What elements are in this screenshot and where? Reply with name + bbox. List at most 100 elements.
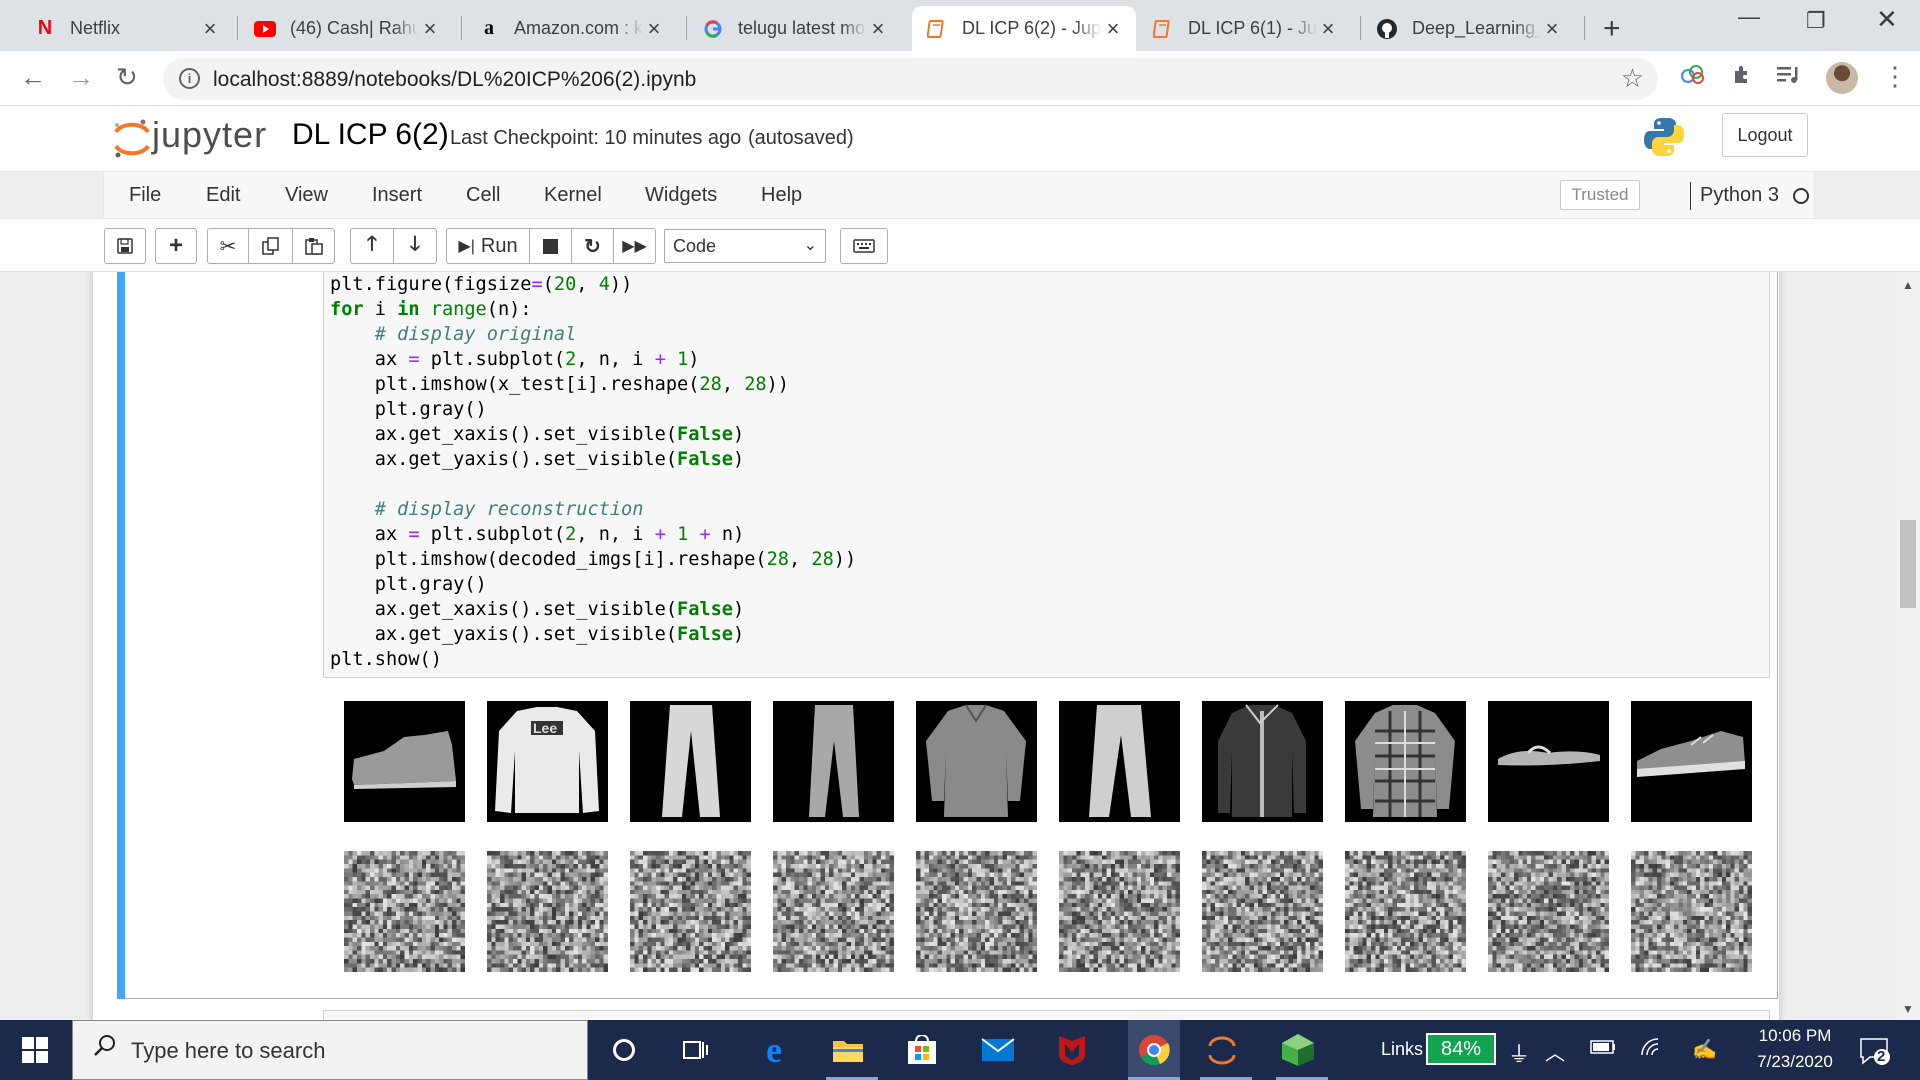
links-toolbar[interactable]: Links <box>1381 1039 1423 1060</box>
code-line[interactable] <box>330 472 856 497</box>
notebook-title[interactable]: DL ICP 6(2) <box>292 118 449 152</box>
scrollbar-thumb[interactable] <box>1900 520 1916 608</box>
cell-type-select[interactable]: Code ⌄ <box>664 229 826 263</box>
close-icon[interactable]: × <box>419 16 441 42</box>
back-icon[interactable]: ← <box>20 62 46 93</box>
code-line[interactable]: ax = plt.subplot(2, n, i + 1 + n) <box>330 522 856 547</box>
task-view-icon[interactable] <box>676 1030 716 1070</box>
menu-help[interactable]: Help <box>761 184 802 207</box>
cortana-icon[interactable] <box>604 1030 644 1070</box>
puzzle-extensions-icon[interactable] <box>1731 63 1755 94</box>
anaconda-app-icon[interactable] <box>1278 1030 1318 1070</box>
paste-icon[interactable] <box>292 228 335 264</box>
interrupt-kernel-icon[interactable] <box>529 228 572 264</box>
battery-percentage[interactable]: 84% <box>1426 1033 1496 1065</box>
menu-view[interactable]: View <box>285 184 328 207</box>
restore-icon[interactable]: ❐ <box>1806 8 1826 34</box>
close-icon[interactable]: × <box>867 16 889 42</box>
window-close-icon[interactable]: ✕ <box>1876 4 1898 35</box>
jupyter-logo-text[interactable]: jupyter <box>152 114 267 156</box>
pen-workspace-icon[interactable]: ✍ <box>1692 1037 1717 1062</box>
bookmark-star-icon[interactable]: ☆ <box>1621 63 1644 94</box>
mcafee-icon[interactable] <box>1052 1030 1092 1070</box>
menu-file[interactable]: File <box>129 184 161 207</box>
tab-google-search[interactable]: telugu latest mo × <box>688 6 901 51</box>
code-line[interactable]: # display original <box>330 322 856 347</box>
edge-icon[interactable]: e <box>754 1030 794 1070</box>
more-menu-icon[interactable]: ⋮ <box>1882 61 1908 92</box>
menu-cell[interactable]: Cell <box>466 184 500 207</box>
tab-youtube[interactable]: (46) Cash| Rahul × <box>240 6 453 51</box>
menu-kernel[interactable]: Kernel <box>544 184 602 207</box>
insert-cell-icon[interactable]: + <box>155 228 197 264</box>
code-line[interactable]: for i in range(n): <box>330 297 856 322</box>
original-image-trouser <box>1059 701 1180 822</box>
run-button[interactable]: ▶| Run <box>446 228 530 264</box>
tab-github[interactable]: Deep_Learning_ × <box>1362 6 1575 51</box>
code-line[interactable]: ax = plt.subplot(2, n, i + 1) <box>330 347 856 372</box>
code-line[interactable]: plt.figure(figsize=(20, 4)) <box>330 272 856 297</box>
tab-dl-icp-6-2[interactable]: DL ICP 6(2) - Jup × <box>912 6 1136 51</box>
menu-edit[interactable]: Edit <box>206 184 240 207</box>
move-down-icon[interactable]: 🡓 <box>393 228 437 264</box>
menu-widgets[interactable]: Widgets <box>645 184 717 207</box>
jupyter-logo-icon[interactable] <box>110 116 154 160</box>
command-palette-icon[interactable] <box>840 228 888 264</box>
code-line[interactable]: ax.get_xaxis().set_visible(False) <box>330 597 856 622</box>
tab-netflix[interactable]: N Netflix × <box>20 6 233 51</box>
new-tab-button[interactable]: + <box>1603 12 1621 46</box>
code-line[interactable]: # display reconstruction <box>330 497 856 522</box>
code-line[interactable]: plt.imshow(x_test[i].reshape(28, 28)) <box>330 372 856 397</box>
profile-avatar[interactable] <box>1826 62 1858 94</box>
jupyter-app-icon[interactable] <box>1202 1030 1242 1070</box>
scroll-up-arrow-icon[interactable]: ▲ <box>1902 278 1914 292</box>
code-line[interactable]: plt.imshow(decoded_imgs[i].reshape(28, 2… <box>330 547 856 572</box>
media-queue-icon[interactable] <box>1777 64 1801 92</box>
code-line[interactable]: plt.gray() <box>330 572 856 597</box>
close-icon[interactable]: × <box>643 16 665 42</box>
code-line[interactable]: plt.show() <box>330 647 856 672</box>
scroll-down-arrow-icon[interactable]: ▼ <box>1902 1002 1914 1016</box>
logout-button[interactable]: Logout <box>1722 113 1808 157</box>
wifi-icon[interactable] <box>1640 1037 1662 1063</box>
code-line[interactable]: ax.get_yaxis().set_visible(False) <box>330 447 856 472</box>
close-icon[interactable]: × <box>1541 16 1563 42</box>
chrome-icon[interactable] <box>1128 1020 1180 1080</box>
code-line[interactable]: ax.get_yaxis().set_visible(False) <box>330 622 856 647</box>
vertical-scrollbar[interactable]: ▲ ▼ <box>1896 272 1920 1020</box>
microsoft-store-icon[interactable] <box>902 1030 942 1070</box>
code-line[interactable]: ax.get_xaxis().set_visible(False) <box>330 422 856 447</box>
battery-icon[interactable] <box>1590 1037 1616 1060</box>
restart-kernel-icon[interactable]: ↻ <box>571 228 614 264</box>
extension-icon[interactable] <box>1680 64 1706 93</box>
next-cell[interactable] <box>323 1010 1770 1020</box>
close-icon[interactable]: × <box>1317 16 1339 42</box>
action-center-icon[interactable]: 2 <box>1858 1035 1890 1067</box>
clock-time[interactable]: 10:06 PM <box>1750 1026 1840 1046</box>
save-icon[interactable] <box>104 228 146 264</box>
close-icon[interactable]: × <box>1102 16 1124 42</box>
move-up-icon[interactable]: 🡑 <box>350 228 394 264</box>
code-editor[interactable]: plt.figure(figsize=(20, 4)) for i in rang… <box>330 272 856 672</box>
tab-dl-icp-6-1[interactable]: DL ICP 6(1) - Jup × <box>1138 6 1351 51</box>
omnibox[interactable]: i localhost:8889/notebooks/DL%20ICP%206(… <box>163 58 1658 100</box>
show-hidden-icons-icon[interactable]: ︿ <box>1545 1037 1565 1066</box>
close-icon[interactable]: × <box>199 16 221 42</box>
menu-insert[interactable]: Insert <box>372 184 422 207</box>
reload-icon[interactable]: ↻ <box>116 62 138 93</box>
forward-icon[interactable]: → <box>68 62 94 93</box>
restart-run-all-icon[interactable]: ▶▶ <box>613 228 656 264</box>
mail-icon[interactable] <box>978 1030 1018 1070</box>
trusted-indicator[interactable]: Trusted <box>1560 180 1640 210</box>
clock-date[interactable]: 7/23/2020 <box>1745 1052 1845 1072</box>
tab-amazon[interactable]: a Amazon.com : k × <box>464 6 677 51</box>
site-info-icon[interactable]: i <box>179 68 200 89</box>
file-explorer-icon[interactable] <box>828 1030 868 1070</box>
minimize-icon[interactable]: — <box>1738 4 1760 30</box>
copy-icon[interactable] <box>248 228 293 264</box>
taskbar-search-box[interactable]: Type here to search <box>72 1020 588 1080</box>
cut-icon[interactable]: ✂ <box>207 228 249 264</box>
url-text[interactable]: localhost:8889/notebooks/DL%20ICP%206(2)… <box>213 68 696 92</box>
windows-start-icon[interactable] <box>22 1037 48 1063</box>
code-line[interactable]: plt.gray() <box>330 397 856 422</box>
